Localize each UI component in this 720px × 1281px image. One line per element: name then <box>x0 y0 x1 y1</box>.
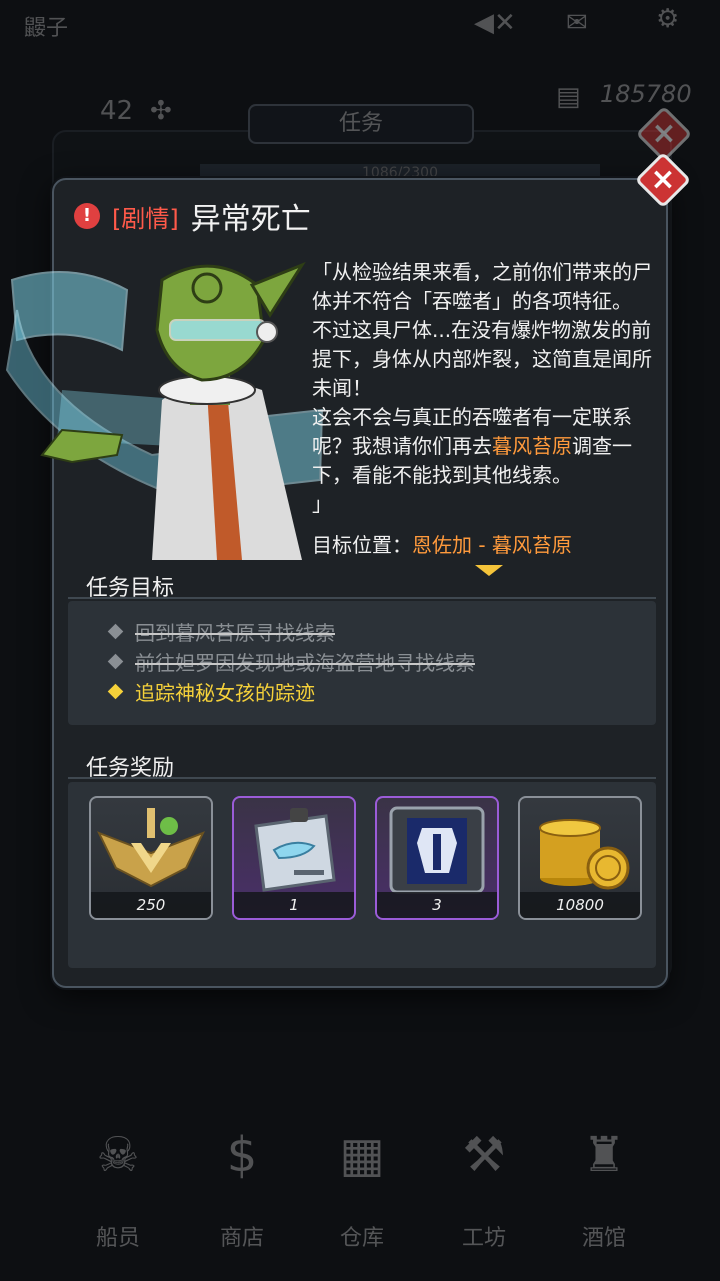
reward-count: 250 <box>91 892 211 918</box>
nav-workshop[interactable]: ⚒ 工坊 <box>424 1110 544 1252</box>
nav-tavern-label: 酒馆 <box>581 1226 626 1251</box>
objective-text: 前往妲罗因发现地或海盗营地寻找线索 <box>135 651 475 675</box>
objective-item: 前往妲罗因发现地或海盗营地寻找线索 <box>107 647 475 676</box>
exclamation-icon: ! <box>74 203 100 229</box>
target-location-value[interactable]: 恩佐加 - 暮风苔原 <box>412 533 572 557</box>
close-icon: × <box>650 162 676 197</box>
quest-story-text: 「从检验结果来看，之前你们带来的尸体并不符合「吞噬者」的各项特征。 不过这具尸体… <box>312 258 662 519</box>
armor-crate-icon <box>389 806 485 894</box>
diamond-bullet-icon <box>107 623 124 640</box>
reward-armor-crate[interactable]: 3 <box>375 796 499 920</box>
quest-type-tag: [剧情] <box>112 204 179 233</box>
nav-warehouse[interactable]: ▦ 仓库 <box>302 1110 422 1252</box>
diamond-bullet-icon <box>107 683 124 700</box>
nav-crew[interactable]: ☠ 船员 <box>58 1110 178 1252</box>
objective-item-active: 追踪神秘女孩的踪迹 <box>107 677 315 706</box>
reward-badge[interactable]: 250 <box>89 796 213 920</box>
story-location-highlight[interactable]: 暮风苔原 <box>492 434 572 458</box>
objective-text: 回到暮风苔原寻找线索 <box>135 621 335 645</box>
nav-shop-label: 商店 <box>219 1226 264 1251</box>
reward-count: 10800 <box>520 892 640 918</box>
mail-icon[interactable]: ✉ <box>566 8 588 38</box>
reward-gold-coins[interactable]: 10800 <box>518 796 642 920</box>
diamond-bullet-icon <box>107 653 124 670</box>
badge-icon <box>96 808 206 888</box>
nav-crew-label: 船员 <box>95 1226 140 1251</box>
quest-tab-title: 任务 <box>248 104 474 144</box>
mute-icon[interactable]: ◀✕ <box>474 8 516 38</box>
objective-item: 回到暮风苔原寻找线索 <box>107 617 335 646</box>
workshop-icon: ⚒ <box>462 1127 506 1183</box>
nav-shop[interactable]: $ 商店 <box>182 1110 302 1252</box>
rewards-list: 250 1 3 10800 <box>68 782 656 968</box>
player-name: 鼹子 <box>24 16 69 41</box>
crew-icon: ☠ <box>96 1127 140 1183</box>
close-icon: × <box>651 116 677 151</box>
tavern-icon: ♜ <box>582 1127 626 1183</box>
npc-portrait <box>5 261 324 560</box>
reward-count: 1 <box>234 892 354 918</box>
gold-amount: 185780 <box>600 80 692 108</box>
target-location-label: 目标位置： <box>312 533 412 557</box>
gold-stack-icon: ▤ <box>556 82 581 112</box>
objectives-divider <box>68 597 656 599</box>
bottom-nav: ☠ 船员 $ 商店 ▦ 仓库 ⚒ 工坊 ♜ 酒馆 <box>0 1110 720 1281</box>
nav-workshop-label: 工坊 <box>461 1226 506 1251</box>
nav-tavern[interactable]: ♜ 酒馆 <box>544 1110 664 1252</box>
expand-down-arrow-icon[interactable] <box>475 565 503 576</box>
shop-icon: $ <box>226 1127 258 1183</box>
story-text-part1: 「从检验结果来看，之前你们带来的尸体并不符合「吞噬者」的各项特征。 不过这具尸体… <box>312 260 652 458</box>
quest-title: 异常死亡 <box>190 202 311 237</box>
objective-text: 追踪神秘女孩的踪迹 <box>135 681 315 705</box>
objectives-list: 回到暮风苔原寻找线索 前往妲罗因发现地或海盗营地寻找线索 追踪神秘女孩的踪迹 <box>68 601 656 725</box>
quest-detail-dialog: ! [剧情] 异常死亡 「从检验结果来看，之前你们带来的尸体并不符合「吞噬者」的… <box>5 178 668 988</box>
player-level: 42 <box>100 96 134 126</box>
blueprint-icon <box>254 808 336 892</box>
settings-gear-icon[interactable]: ⚙ <box>656 4 679 34</box>
nav-warehouse-label: 仓库 <box>339 1226 384 1251</box>
target-location-row: 目标位置：恩佐加 - 暮风苔原 <box>312 529 572 558</box>
rewards-divider <box>68 777 656 779</box>
top-bar: 鼹子 ◀✕ ✉ ⚙ <box>0 0 720 50</box>
quest-title-row: ! [剧情] 异常死亡 <box>74 196 311 237</box>
warehouse-icon: ▦ <box>339 1127 385 1183</box>
gold-coins-icon <box>539 819 630 890</box>
clover-icon: ✣ <box>150 96 172 126</box>
reward-blueprint[interactable]: 1 <box>232 796 356 920</box>
reward-count: 3 <box>377 892 497 918</box>
